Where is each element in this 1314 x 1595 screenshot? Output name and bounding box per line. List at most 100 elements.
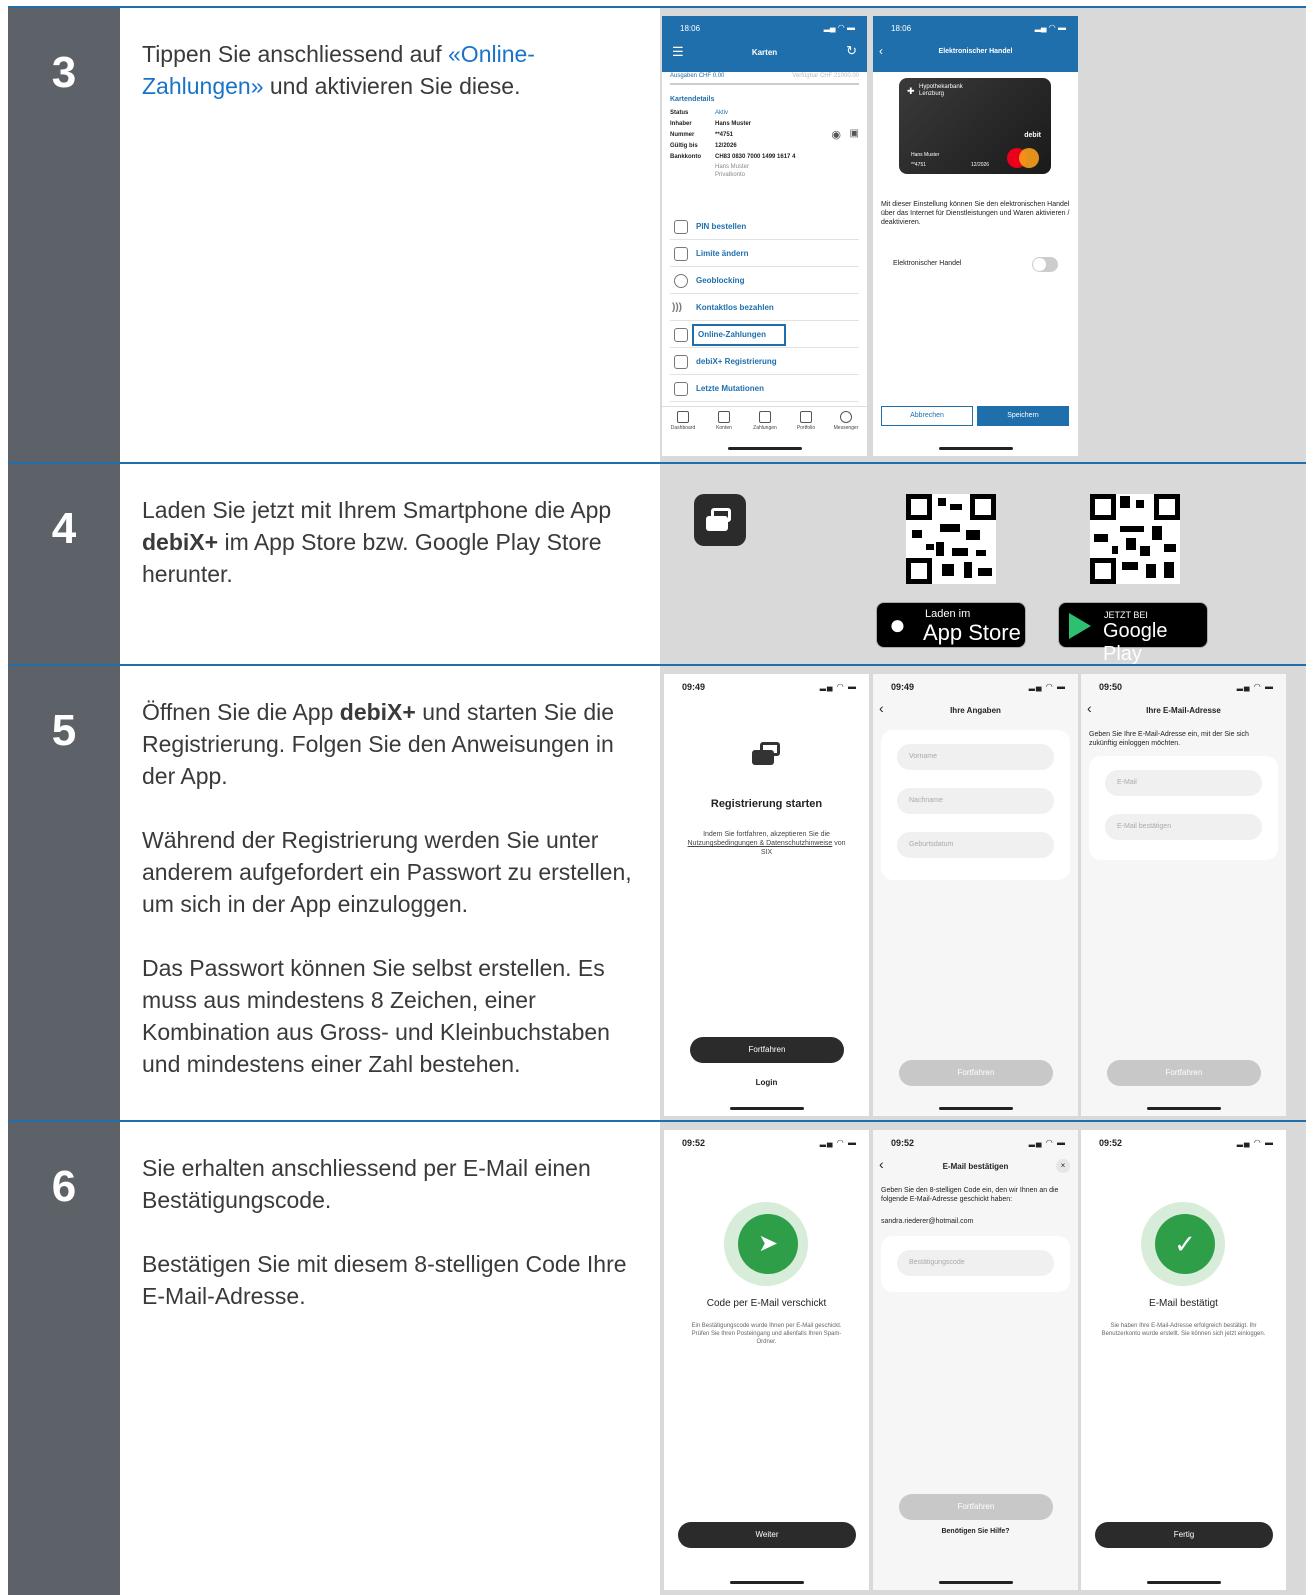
continue-button[interactable]: Fortfahren: [899, 1060, 1053, 1086]
eye-icon[interactable]: ◉: [831, 128, 841, 141]
setting-description: Mit dieser Einstellung können Sie den el…: [881, 201, 1070, 226]
status-time: 09:52: [682, 1138, 706, 1148]
ecommerce-toggle[interactable]: [1032, 257, 1058, 272]
step-paragraph: Sie erhalten anschliessend per E-Mail ei…: [142, 1155, 591, 1213]
status-time: 09:49: [891, 682, 915, 692]
close-icon[interactable]: ×: [1056, 1159, 1070, 1173]
toggle-label: Elektronischer Handel: [893, 260, 962, 267]
download-panel: ● Laden im App Store JETZT BEI Google Pl…: [660, 464, 1306, 665]
birthdate-input[interactable]: Geburtsdatum: [897, 832, 1054, 858]
appstore-qr-code[interactable]: [906, 494, 996, 584]
apple-icon: ●: [889, 609, 906, 640]
step-text-part: Laden Sie jetzt mit Ihrem Smartphone die…: [142, 497, 612, 523]
phone-elektronischer-handel: 18:06 ▂▄ ◠ ▬ ‹ Elektronischer Handel ✚ H…: [873, 16, 1078, 456]
help-link[interactable]: Benötigen Sie Hilfe?: [873, 1528, 1078, 1535]
refresh-icon[interactable]: ↻: [846, 43, 857, 59]
screen-title: E-Mail bestätigt: [1149, 1298, 1218, 1309]
home-indicator: [1146, 1107, 1221, 1110]
app-name: debiX+: [142, 529, 219, 555]
lastname-input[interactable]: Nachname: [897, 788, 1054, 814]
step-text-part: Tippen Sie anschliessend auf: [142, 41, 449, 67]
menu-debix-registration[interactable]: debiX+ Registrierung: [670, 349, 859, 375]
googleplay-badge[interactable]: JETZT BEI Google Play: [1058, 602, 1208, 665]
wallet-icon: [718, 411, 730, 423]
googleplay-qr-code[interactable]: [1090, 494, 1180, 584]
globe-icon: [674, 274, 688, 288]
menu-mutations[interactable]: Letzte Mutationen: [670, 376, 859, 402]
portfolio-icon: [800, 411, 812, 423]
form-card: Bestätigungscode: [881, 1236, 1070, 1292]
menu-contactless[interactable]: ))) Kontaktlos bezahlen: [670, 295, 859, 321]
menu-label: Geoblocking: [696, 276, 745, 285]
done-button[interactable]: Fertig: [1095, 1522, 1273, 1548]
tab-label: Portfolio: [796, 425, 816, 431]
menu-label: debiX+ Registrierung: [696, 357, 777, 366]
menu-online-payments[interactable]: Online-Zahlungen: [670, 322, 859, 348]
detail-label: Inhaber: [670, 121, 692, 127]
step-number: 6: [8, 1122, 120, 1595]
tab-label: Messenger: [833, 425, 859, 431]
tab-konten[interactable]: Konten: [704, 411, 744, 431]
continue-button[interactable]: Fortfahren: [690, 1037, 844, 1063]
tab-bar: Dashboard Konten Zahlungen Portfolio Mes…: [662, 406, 867, 436]
info-text: Sie haben Ihre E-Mail-Adresse erfolgreic…: [1101, 1323, 1266, 1337]
step-paragraph: Das Passwort können Sie selbst erstellen…: [142, 955, 610, 1077]
menu-label: Kontaktlos bezahlen: [696, 303, 774, 312]
details-title: Kartendetails: [670, 96, 715, 103]
continue-button[interactable]: Fortfahren: [899, 1494, 1053, 1520]
copy-icon[interactable]: ▣: [850, 128, 859, 139]
debit-card: ✚ Hypothekarbank Lenzburg debit Hans Mus…: [899, 78, 1051, 174]
screen-title: E-Mail bestätigen: [942, 1162, 1009, 1171]
phone-karten: 18:06 ▂▄ ◠ ▬ ☰ Karten ↻ Ausgaben CHF 0.0…: [662, 16, 867, 456]
bank-logo-icon: ✚: [907, 86, 915, 96]
tab-label: Konten: [716, 425, 732, 431]
screen-title: Ihre Angaben: [950, 706, 1001, 715]
continue-button[interactable]: Fortfahren: [1107, 1060, 1261, 1086]
tab-dashboard[interactable]: Dashboard: [663, 411, 703, 431]
confirmation-code-input[interactable]: Bestätigungscode: [897, 1250, 1054, 1276]
firstname-input[interactable]: Vorname: [897, 744, 1054, 770]
terms-prefix: Indem Sie fortfahren, akzeptieren Sie di…: [703, 831, 830, 838]
cancel-button[interactable]: Abbrechen: [881, 406, 973, 426]
login-link[interactable]: Login: [664, 1078, 869, 1087]
next-button[interactable]: Weiter: [678, 1522, 856, 1548]
save-button[interactable]: Speichern: [977, 406, 1069, 426]
tab-zahlungen[interactable]: Zahlungen: [745, 411, 785, 431]
paper-plane-icon: ➤: [738, 1214, 798, 1274]
progress-bar: [670, 83, 859, 85]
detail-label: Gültig bis: [670, 143, 698, 149]
step-row-4: 4 Laden Sie jetzt mit Ihrem Smartphone d…: [8, 462, 1306, 665]
dashboard-icon: [677, 411, 689, 423]
appstore-badge[interactable]: ● Laden im App Store: [876, 602, 1026, 648]
detail-value: Hans Muster: [715, 121, 752, 127]
step-row-5: 5 Öffnen Sie die App debiX+ und starten …: [8, 664, 1306, 1120]
step-number: 3: [8, 8, 120, 462]
status-icons: ▂▄ ◠ ▬: [1034, 23, 1066, 32]
tab-messenger[interactable]: Messenger: [826, 411, 866, 431]
terms-link[interactable]: Nutzungsbedingungen & Datenschutzhinweis…: [688, 840, 833, 847]
app-name: debiX+: [339, 699, 416, 725]
step-paragraph: Während der Registrierung werden Sie unt…: [142, 827, 632, 917]
email-confirm-input[interactable]: E-Mail bestätigen: [1105, 814, 1262, 840]
home-indicator: [938, 447, 1013, 450]
menu-limits[interactable]: Limite ändern: [670, 241, 859, 267]
menu-geoblocking[interactable]: Geoblocking: [670, 268, 859, 294]
email-input[interactable]: E-Mail: [1105, 770, 1262, 796]
detail-value: CH83 0830 7000 1499 1617 4: [715, 154, 796, 160]
card-brand: debit: [1024, 132, 1041, 139]
status-icons: ▂▄ ◠ ▬: [1028, 1138, 1066, 1147]
card-holder: Hans Muster: [911, 152, 940, 158]
status-time: 09:50: [1099, 682, 1123, 692]
home-indicator: [938, 1107, 1013, 1110]
step-number: 4: [8, 464, 120, 664]
menu-label-highlighted: Online-Zahlungen: [692, 324, 786, 346]
home-indicator: [938, 1581, 1013, 1584]
screenshot-panel: 18:06 ▂▄ ◠ ▬ ☰ Karten ↻ Ausgaben CHF 0.0…: [660, 8, 1306, 462]
status-icons: ▂▄ ◠ ▬: [819, 1138, 857, 1147]
menu-pin[interactable]: PIN bestellen: [670, 214, 859, 240]
app-header: 18:06 ▂▄ ◠ ▬ ☰ Karten ↻: [662, 16, 867, 72]
status-icons: ▂▄ ◠ ▬: [1028, 682, 1066, 691]
menu-label: Letzte Mutationen: [696, 384, 764, 393]
bank-holder: Hans Muster: [715, 164, 750, 170]
tab-portfolio[interactable]: Portfolio: [786, 411, 826, 431]
